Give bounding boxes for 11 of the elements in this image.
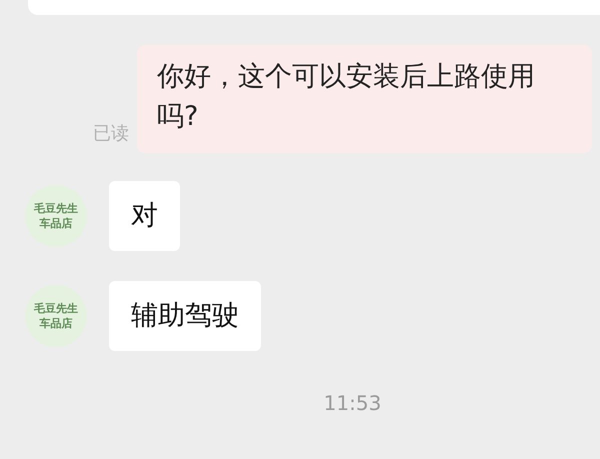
avatar-text: 车品店 [40,316,72,331]
message-bubble: 辅助驾驶 [109,281,261,351]
message-bubble: 你好，这个可以安装后上路使用吗? [137,45,592,153]
avatar-text: 毛豆先生 [34,301,78,316]
avatar[interactable]: 毛豆先生 车品店 [25,285,87,347]
avatar-text: 毛豆先生 [34,201,78,216]
avatar-text: 车品店 [40,216,72,231]
timestamp: 11:53 [324,391,382,415]
message-bubble: 对 [109,181,180,251]
read-receipt: 已读 [93,122,129,145]
avatar[interactable]: 毛豆先生 车品店 [25,185,87,247]
